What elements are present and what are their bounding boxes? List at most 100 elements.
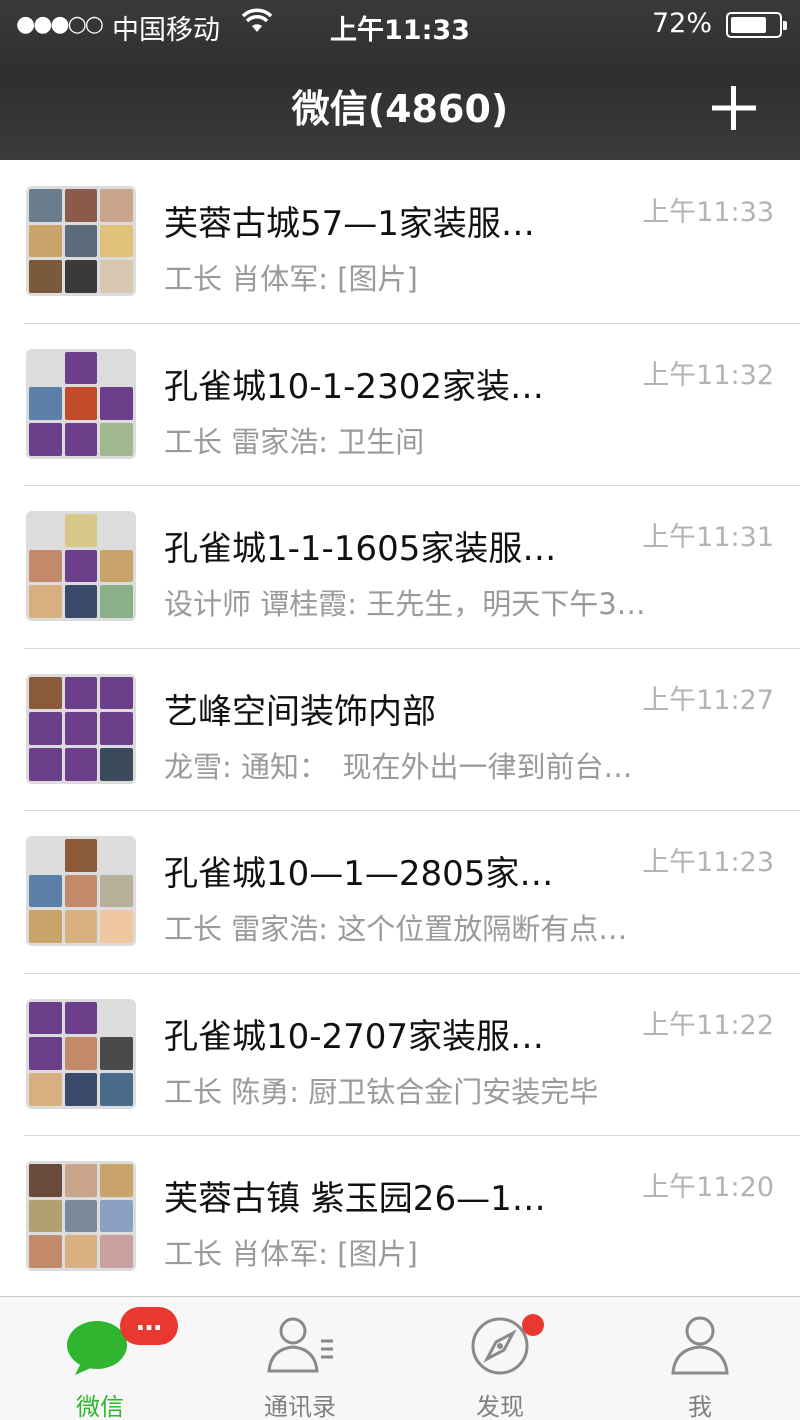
chat-row[interactable]: 芙蓉古城57—1家装服… 上午11:33 工长 肖体军: [图片] [0,160,800,324]
avatar-tile [29,910,62,943]
tab-discover[interactable]: 发现 [400,1297,600,1420]
avatar-tile [64,1072,98,1106]
avatar-tile [64,712,98,745]
avatar-tile [29,585,62,618]
avatar-tile [29,1001,62,1035]
avatar-tile [29,549,62,583]
chat-time: 上午11:27 [642,684,774,716]
chat-row[interactable]: 孔雀城10-2707家装服… 上午11:22 工长 陈勇: 厨卫钛合金门安装完毕 [0,973,800,1136]
avatar-tile [29,352,62,385]
avatar-tile [100,260,133,293]
avatar-tile [29,514,62,547]
chat-preview: 工长 雷家浩: 这个位置放隔断有点… [164,912,628,946]
chat-preview: 工长 肖体军: [图片] [164,1237,418,1271]
tab-me[interactable]: 我 [600,1297,800,1420]
contacts-icon [265,1311,335,1381]
chat-time: 上午11:23 [642,847,774,878]
avatar-tile [100,676,133,710]
avatar-tile [64,1199,98,1233]
avatar-tile [100,910,133,943]
avatar-tile [100,1002,133,1035]
chat-preview: 工长 陈勇: 厨卫钛合金门安装完毕 [164,1074,599,1109]
avatar-tile [100,1235,133,1268]
avatar-tile [64,1164,98,1197]
tab-label: 微信 [76,1393,124,1420]
group-avatar [26,511,136,621]
avatar-tile [100,224,133,258]
avatar-tile [29,874,62,908]
add-button[interactable] [708,82,760,134]
chat-preview: 设计师 谭桂霞: 王先生，明天下午3… [164,587,646,621]
chat-time: 上午11:33 [642,197,774,228]
avatar-tile [29,224,62,258]
status-bar: ●●●○○ 中国移动 上午11:33 72% [0,0,800,52]
avatar-tile [64,422,98,456]
chat-name: 芙蓉古镇 紫玉园26—1… [164,1179,546,1219]
avatar-tile [29,1164,62,1197]
avatar-tile [64,1235,98,1268]
battery-icon [726,12,787,38]
avatar-tile [100,874,133,908]
avatar-tile [100,1072,133,1106]
avatar-tile [64,549,98,583]
group-avatar [26,348,136,459]
chat-row[interactable]: 孔雀城10—1—2805家… 上午11:23 工长 雷家浩: 这个位置放隔断有点… [0,810,800,974]
person-icon [665,1311,735,1381]
chat-list: 芙蓉古城57—1家装服… 上午11:33 工长 肖体军: [图片] 孔雀城10-1-2… [0,160,800,1299]
chat-time: 上午11:22 [642,1009,774,1041]
group-avatar [26,998,136,1109]
plus-icon [712,86,756,130]
page-title: 微信(4860) [291,87,509,131]
battery-percent: 72% [652,8,713,39]
avatar-tile [29,1037,62,1070]
avatar-tile [64,676,98,710]
avatar-tile [64,189,98,222]
avatar-tile [100,422,133,456]
avatar-tile [100,1037,133,1070]
avatar-tile [64,351,98,385]
avatar-tile [29,712,62,745]
avatar-tile [64,747,98,781]
avatar-tile [29,1235,62,1268]
tab-contacts[interactable]: 通讯录 [200,1297,400,1420]
tab-label: 通讯录 [264,1393,336,1420]
avatar-tile [29,1072,62,1106]
avatar-tile [100,747,133,781]
avatar-tile [100,712,133,745]
discover-new-dot [522,1314,544,1336]
avatar-tile [29,676,62,710]
battery-level [731,17,766,33]
avatar-tile [64,1001,98,1035]
avatar-tile [64,910,98,943]
avatar-tile [64,260,98,293]
chat-row[interactable]: 孔雀城10-1-2302家装… 上午11:32 工长 雷家浩: 卫生间 [0,323,800,486]
chat-row[interactable]: 孔雀城1-1-1605家装服… 上午11:31 设计师 谭桂霞: 王先生，明天下午3… [0,485,800,649]
chat-name: 孔雀城10-1-2302家装… [164,366,544,407]
chat-name: 艺峰空间装饰内部 [164,691,436,732]
avatar-tile [64,514,98,547]
tab-label: 发现 [476,1393,524,1420]
group-avatar [26,1161,136,1271]
tab-chats[interactable]: … 微信 [0,1297,200,1420]
chat-time: 上午11:31 [642,522,774,553]
chat-row[interactable]: 艺峰空间装饰内部 上午11:27 龙雪: 通知： 现在外出一律到前台… [0,648,800,811]
avatar-tile [100,839,133,872]
avatar-tile [100,189,133,222]
chat-preview: 工长 肖体军: [图片] [164,262,418,296]
avatar-tile [100,585,133,618]
avatar-tile [100,1164,133,1197]
avatar-tile [29,839,62,872]
avatar-tile [29,189,62,222]
avatar-tile [29,422,62,456]
avatar-tile [64,585,98,618]
avatar-tile [100,387,133,420]
group-avatar [26,836,136,946]
tab-bar: … 微信 通讯录 发现 我 [0,1296,800,1420]
chat-name: 孔雀城1-1-1605家装服… [164,529,557,569]
chat-row[interactable]: 芙蓉古镇 紫玉园26—1… 上午11:20 工长 肖体军: [图片] [0,1135,800,1299]
avatar-tile [29,1199,62,1233]
avatar-tile [100,352,133,385]
avatar-tile [100,1199,133,1233]
chat-name: 孔雀城10-2707家装服… [164,1016,545,1057]
avatar-tile [29,747,62,781]
